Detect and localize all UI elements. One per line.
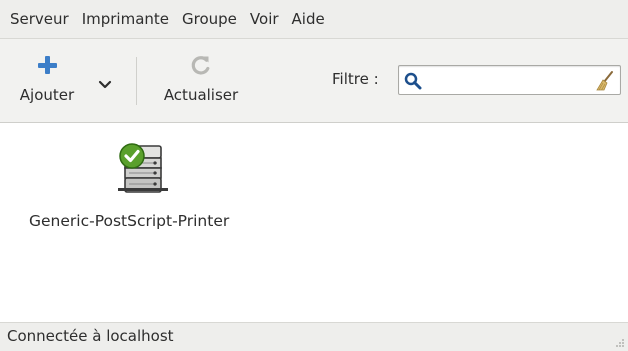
printer-icon	[118, 143, 168, 193]
menu-server[interactable]: Serveur	[5, 0, 77, 38]
filter-field[interactable]	[398, 65, 621, 95]
refresh-button-label: Actualiser	[163, 86, 239, 104]
menu-bar: Serveur Imprimante Groupe Voir Aide	[0, 0, 628, 38]
status-bar: Connectée à localhost	[0, 322, 628, 351]
refresh-button[interactable]: Actualiser	[150, 39, 252, 123]
refresh-icon	[191, 56, 210, 75]
toolbar-separator	[136, 57, 137, 105]
add-button-label: Ajouter	[19, 86, 75, 104]
search-icon	[404, 72, 422, 90]
status-text: Connectée à localhost	[7, 327, 174, 345]
toolbar: Ajouter Actualiser Filtre :	[0, 38, 628, 123]
printer-item[interactable]: Generic-PostScript-Printer	[20, 138, 290, 238]
menu-group[interactable]: Groupe	[177, 0, 245, 38]
printer-name: Generic-PostScript-Printer	[29, 212, 230, 230]
menu-printer[interactable]: Imprimante	[77, 0, 177, 38]
menu-view[interactable]: Voir	[245, 0, 287, 38]
filter-input[interactable]	[425, 69, 585, 91]
resize-grip-icon[interactable]	[613, 336, 625, 348]
add-button[interactable]: Ajouter	[10, 39, 84, 123]
plus-icon	[35, 53, 59, 77]
filter-label: Filtre :	[332, 70, 379, 88]
chevron-down-icon[interactable]	[98, 77, 112, 91]
printer-settings-window: Serveur Imprimante Groupe Voir Aide Ajou…	[0, 0, 628, 351]
broom-icon[interactable]	[595, 70, 615, 92]
printer-list: Generic-PostScript-Printer	[0, 124, 628, 322]
menu-help[interactable]: Aide	[287, 0, 333, 38]
